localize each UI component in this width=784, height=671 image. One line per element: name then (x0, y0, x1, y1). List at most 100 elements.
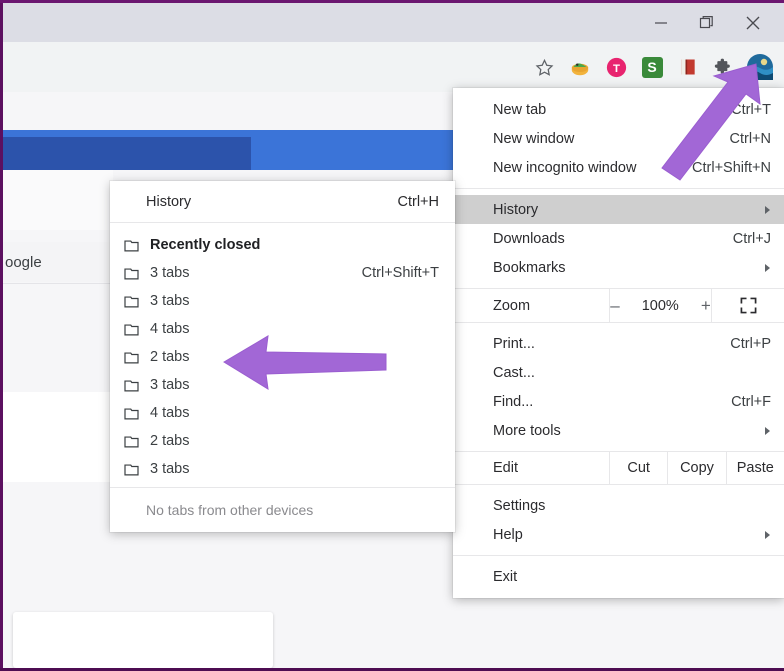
history-row-label: 3 tabs (150, 293, 190, 309)
folder-icon (124, 239, 146, 252)
menu-item-label: New incognito window (493, 159, 637, 176)
extension-s-icon[interactable]: S (634, 49, 670, 85)
menu-item-downloads[interactable]: Downloads Ctrl+J (453, 224, 784, 253)
page-white-block (3, 392, 113, 482)
folder-icon (124, 379, 146, 392)
history-row-label: Recently closed (150, 237, 261, 253)
folder-icon (124, 463, 146, 476)
history-tab-group-8[interactable]: 3 tabs (110, 455, 455, 483)
menu-item-label: Print... (493, 335, 535, 352)
menu-item-label: New window (493, 130, 575, 147)
history-row-label: 2 tabs (150, 349, 190, 365)
history-row-label: 3 tabs (150, 265, 190, 281)
menu-item-accelerator: Ctrl+J (732, 230, 771, 247)
menu-item-label: New tab (493, 101, 547, 118)
menu-item-label: Settings (493, 497, 546, 514)
menu-item-help[interactable]: Help (453, 520, 784, 549)
screenshot-frame-left (0, 0, 3, 671)
menu-item-bookmarks[interactable]: Bookmarks (453, 253, 784, 282)
history-row-label: 2 tabs (150, 433, 190, 449)
page-partial-text: oogle (5, 253, 42, 271)
history-submenu-header[interactable]: History Ctrl+H (110, 181, 455, 223)
extension-book-icon[interactable] (670, 49, 706, 85)
zoom-controls: – 100% + (609, 289, 712, 322)
browser-title-bar (3, 3, 784, 42)
bookmark-star-icon[interactable] (526, 49, 562, 85)
window-controls (638, 3, 776, 42)
history-submenu-list: Recently closed 3 tabs Ctrl+Shift+T 3 ta… (110, 223, 455, 487)
menu-item-label: History (493, 201, 539, 218)
menu-item-accelerator: Ctrl+Shift+N (692, 159, 771, 176)
menu-item-print[interactable]: Print... Ctrl+P (453, 329, 784, 358)
menu-item-cast[interactable]: Cast... (453, 358, 784, 387)
history-tab-group-6[interactable]: 4 tabs (110, 399, 455, 427)
history-row-label: 4 tabs (150, 321, 190, 337)
menu-item-label: Downloads (493, 230, 565, 247)
history-recently-closed[interactable]: Recently closed (110, 231, 455, 259)
page-white-strip (3, 170, 113, 230)
history-row-label: 3 tabs (150, 461, 190, 477)
restore-icon[interactable] (684, 3, 730, 42)
history-row-label: 4 tabs (150, 405, 190, 421)
history-header-label: History (146, 193, 192, 210)
screenshot-frame-top (0, 0, 784, 3)
chevron-right-icon (765, 426, 770, 435)
menu-item-accelerator: Ctrl+P (730, 335, 771, 352)
history-tab-group-3[interactable]: 4 tabs (110, 315, 455, 343)
copy-button[interactable]: Copy (667, 452, 725, 484)
menu-item-more-tools[interactable]: More tools (453, 416, 784, 445)
page-card (13, 612, 273, 668)
history-tab-group-2[interactable]: 3 tabs (110, 287, 455, 315)
menu-item-settings[interactable]: Settings (453, 491, 784, 520)
extension-s-glyph: S (641, 56, 663, 78)
folder-icon (124, 351, 146, 364)
extension-honey-icon[interactable] (562, 49, 598, 85)
history-tab-group-7[interactable]: 2 tabs (110, 427, 455, 455)
fullscreen-icon[interactable] (712, 289, 784, 322)
extension-t-icon[interactable]: T (598, 49, 634, 85)
history-submenu: History Ctrl+H Recently closed 3 tabs Ct… (110, 181, 455, 532)
menu-item-new-incognito-window[interactable]: New incognito window Ctrl+Shift+N (453, 153, 784, 182)
toolbar-icon-group: T S (526, 42, 778, 92)
close-icon[interactable] (730, 3, 776, 42)
svg-text:T: T (613, 62, 620, 74)
history-row-label: 3 tabs (150, 377, 190, 393)
menu-item-label: Help (493, 526, 523, 543)
menu-item-label: Exit (493, 568, 518, 585)
history-tab-group-1[interactable]: 3 tabs Ctrl+Shift+T (110, 259, 455, 287)
menu-item-label: Cast... (493, 364, 535, 381)
chrome-main-menu: New tab Ctrl+T New window Ctrl+N New inc… (453, 88, 784, 598)
menu-item-history[interactable]: History (453, 195, 784, 224)
history-submenu-footer: No tabs from other devices (110, 487, 455, 532)
menu-separator (453, 188, 784, 189)
menu-separator (453, 555, 784, 556)
zoom-label: Zoom (493, 297, 531, 314)
folder-icon (124, 295, 146, 308)
profile-avatar-icon[interactable] (742, 49, 778, 85)
zoom-out-button[interactable]: – (610, 296, 619, 316)
menu-item-new-tab[interactable]: New tab Ctrl+T (453, 95, 784, 124)
zoom-in-button[interactable]: + (701, 296, 711, 316)
folder-icon (124, 267, 146, 280)
cut-button[interactable]: Cut (609, 452, 667, 484)
menu-item-exit[interactable]: Exit (453, 562, 784, 591)
menu-item-accelerator: Ctrl+F (731, 393, 771, 410)
minimize-icon[interactable] (638, 3, 684, 42)
screenshot-root: oogle T S New tab Ctrl+T New window Ctrl… (0, 0, 784, 671)
history-row-accelerator: Ctrl+Shift+T (361, 265, 439, 281)
paste-button[interactable]: Paste (725, 452, 784, 484)
page-text-row: oogle (3, 242, 113, 282)
page-divider (3, 283, 113, 284)
menu-item-label: Bookmarks (493, 259, 566, 276)
menu-zoom-row: Zoom – 100% + (453, 288, 784, 323)
menu-item-new-window[interactable]: New window Ctrl+N (453, 124, 784, 153)
history-tab-group-5[interactable]: 3 tabs (110, 371, 455, 399)
edit-label: Edit (493, 460, 518, 476)
menu-edit-row: Edit Cut Copy Paste (453, 451, 784, 485)
extensions-puzzle-icon[interactable] (706, 49, 742, 85)
menu-item-find[interactable]: Find... Ctrl+F (453, 387, 784, 416)
folder-icon (124, 407, 146, 420)
history-header-accelerator: Ctrl+H (397, 193, 440, 210)
menu-item-label: Find... (493, 393, 534, 410)
history-tab-group-4[interactable]: 2 tabs (110, 343, 455, 371)
